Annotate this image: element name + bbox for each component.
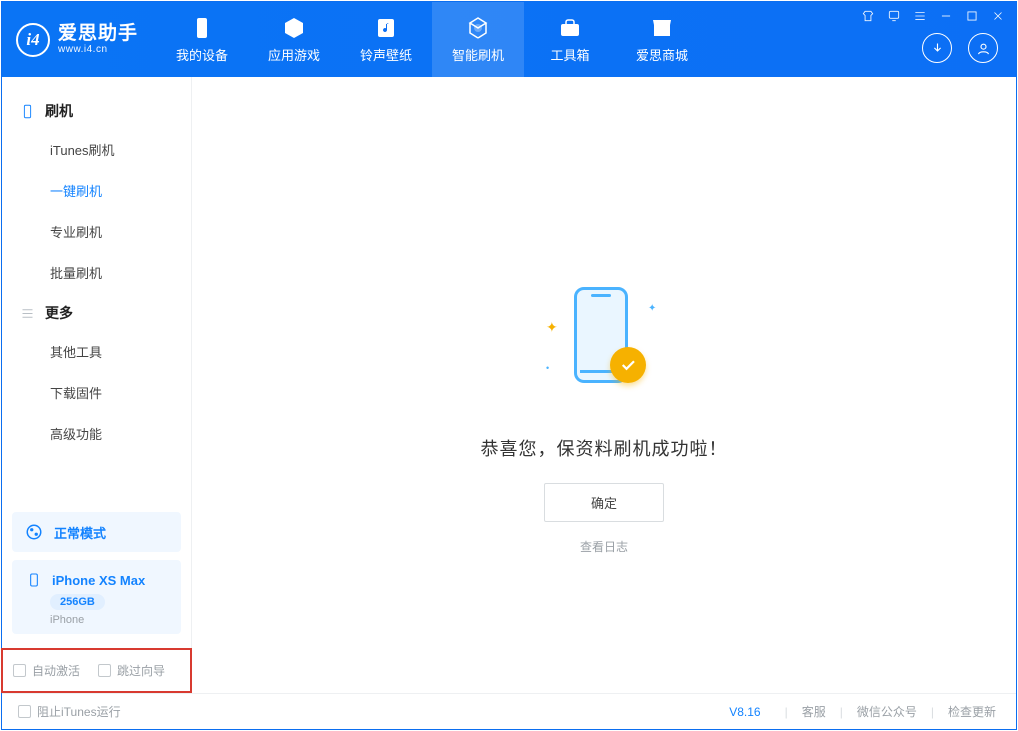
nav-label: 爱思商城 xyxy=(636,45,688,64)
view-log-link[interactable]: 查看日志 xyxy=(580,538,628,555)
device-capacity: 256GB xyxy=(50,594,105,610)
main-content: ✦ ✦ • 恭喜您，保资料刷机成功啦！ 确定 查看日志 xyxy=(192,77,1016,693)
mode-card[interactable]: 正常模式 xyxy=(12,512,181,552)
success-illustration: ✦ ✦ • xyxy=(534,277,674,417)
nav-apps-games[interactable]: 应用游戏 xyxy=(248,2,340,77)
nav-toolbox[interactable]: 工具箱 xyxy=(524,2,616,77)
sidebar: 刷机 iTunes刷机 一键刷机 专业刷机 批量刷机 更多 其他工具 下载固件 … xyxy=(2,77,192,693)
nav-label: 智能刷机 xyxy=(452,45,504,64)
phone-icon xyxy=(20,104,35,119)
nav-label: 工具箱 xyxy=(551,45,590,64)
device-icon xyxy=(24,570,44,590)
music-icon xyxy=(373,15,399,41)
device-name: iPhone XS Max xyxy=(52,573,145,588)
options-row: 自动激活 跳过向导 xyxy=(1,648,192,693)
app-title: 爱思助手 xyxy=(58,24,138,45)
nav-ringtones[interactable]: 铃声壁纸 xyxy=(340,2,432,77)
store-icon xyxy=(649,15,675,41)
sidebar-item-itunes-flash[interactable]: iTunes刷机 xyxy=(2,129,191,170)
device-icon xyxy=(189,15,215,41)
menu-icon[interactable] xyxy=(912,8,928,24)
nav-label: 应用游戏 xyxy=(268,45,320,64)
cube-icon xyxy=(281,15,307,41)
checkbox-label: 自动激活 xyxy=(32,662,80,679)
checkbox-icon xyxy=(18,705,31,718)
section-title-label: 刷机 xyxy=(45,101,73,121)
nav-flash[interactable]: 智能刷机 xyxy=(432,2,524,77)
sidebar-section-more: 更多 xyxy=(2,293,191,331)
version-label: V8.16 xyxy=(729,705,760,719)
checkbox-skip-guide[interactable]: 跳过向导 xyxy=(98,662,165,679)
body: 刷机 iTunes刷机 一键刷机 专业刷机 批量刷机 更多 其他工具 下载固件 … xyxy=(2,77,1016,693)
checkbox-icon xyxy=(13,664,26,677)
checkbox-icon xyxy=(98,664,111,677)
close-icon[interactable] xyxy=(990,8,1006,24)
ok-button[interactable]: 确定 xyxy=(544,483,664,522)
minimize-icon[interactable] xyxy=(938,8,954,24)
checkbox-label: 跳过向导 xyxy=(117,662,165,679)
app-window: i4 爱思助手 www.i4.cn 我的设备 应用游戏 铃声壁纸 智能刷机 xyxy=(1,1,1017,730)
sidebar-item-oneclick-flash[interactable]: 一键刷机 xyxy=(2,170,191,211)
checkbox-label: 阻止iTunes运行 xyxy=(37,703,121,720)
sidebar-item-other-tools[interactable]: 其他工具 xyxy=(2,331,191,372)
sidebar-item-batch-flash[interactable]: 批量刷机 xyxy=(2,252,191,293)
sparkle-icon: • xyxy=(546,363,549,373)
feedback-icon[interactable] xyxy=(886,8,902,24)
sidebar-item-pro-flash[interactable]: 专业刷机 xyxy=(2,211,191,252)
device-card[interactable]: iPhone XS Max 256GB iPhone xyxy=(12,560,181,634)
window-controls xyxy=(860,8,1006,24)
footer: 阻止iTunes运行 V8.16 | 客服 | 微信公众号 | 检查更新 xyxy=(2,693,1016,729)
sparkle-icon: ✦ xyxy=(648,303,656,314)
maximize-icon[interactable] xyxy=(964,8,980,24)
device-type: iPhone xyxy=(50,614,84,626)
sparkle-icon: ✦ xyxy=(546,319,558,336)
nav-label: 铃声壁纸 xyxy=(360,45,412,64)
sidebar-item-download-fw[interactable]: 下载固件 xyxy=(2,372,191,413)
toolbox-icon xyxy=(557,15,583,41)
top-nav: 我的设备 应用游戏 铃声壁纸 智能刷机 工具箱 爱思商城 xyxy=(156,2,708,77)
account-button[interactable] xyxy=(968,33,998,63)
header: i4 爱思助手 www.i4.cn 我的设备 应用游戏 铃声壁纸 智能刷机 xyxy=(2,2,1016,77)
download-button[interactable] xyxy=(922,33,952,63)
list-icon xyxy=(20,306,35,321)
footer-link-wechat[interactable]: 微信公众号 xyxy=(853,703,921,720)
nav-store[interactable]: 爱思商城 xyxy=(616,2,708,77)
check-badge-icon xyxy=(610,347,646,383)
footer-link-support[interactable]: 客服 xyxy=(798,703,830,720)
checkbox-auto-activate[interactable]: 自动激活 xyxy=(13,662,80,679)
sidebar-section-flash: 刷机 xyxy=(2,91,191,129)
section-title-label: 更多 xyxy=(45,303,73,323)
logo-icon: i4 xyxy=(16,23,50,57)
nav-my-device[interactable]: 我的设备 xyxy=(156,2,248,77)
app-subtitle: www.i4.cn xyxy=(58,44,138,55)
nav-label: 我的设备 xyxy=(176,45,228,64)
skin-icon[interactable] xyxy=(860,8,876,24)
sidebar-item-advanced[interactable]: 高级功能 xyxy=(2,413,191,454)
refresh-icon xyxy=(465,15,491,41)
success-message: 恭喜您，保资料刷机成功啦！ xyxy=(481,435,728,461)
checkbox-stop-itunes[interactable]: 阻止iTunes运行 xyxy=(18,703,121,720)
footer-link-update[interactable]: 检查更新 xyxy=(944,703,1000,720)
app-logo: i4 爱思助手 www.i4.cn xyxy=(2,2,156,77)
mode-icon xyxy=(24,522,44,542)
mode-label: 正常模式 xyxy=(54,523,106,542)
